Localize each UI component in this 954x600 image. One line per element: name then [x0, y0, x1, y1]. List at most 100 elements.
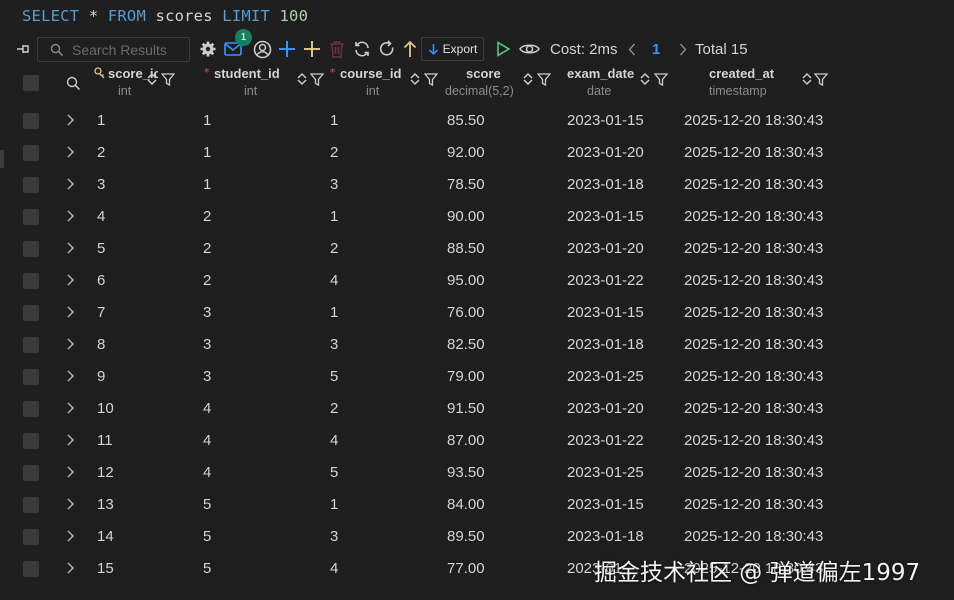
cell-created-at[interactable]: 2025-12-20 18:30:43	[684, 432, 823, 449]
row-checkbox[interactable]	[23, 337, 39, 353]
row-checkbox[interactable]	[23, 497, 39, 513]
cell-created-at[interactable]: 2025-12-20 18:30:43	[684, 112, 823, 129]
table-row[interactable]: 7 3 1 76.00 2023-01-15 2025-12-20 18:30:43	[10, 296, 954, 328]
cell-student-id[interactable]: 3	[203, 336, 211, 353]
filter-icon[interactable]	[161, 73, 175, 86]
cell-score[interactable]: 92.00	[447, 144, 485, 161]
cell-exam-date[interactable]: 2023-01-15	[567, 208, 644, 225]
cell-score-id[interactable]: 15	[97, 560, 114, 577]
cell-exam-date[interactable]: 2023-01-20	[567, 240, 644, 257]
expand-row-chevron-icon[interactable]	[66, 497, 75, 511]
cell-course-id[interactable]: 3	[330, 176, 338, 193]
expand-row-chevron-icon[interactable]	[66, 561, 75, 575]
run-icon[interactable]	[493, 34, 513, 64]
cell-score-id[interactable]: 3	[97, 176, 105, 193]
cell-course-id[interactable]: 4	[330, 560, 338, 577]
row-checkbox[interactable]	[23, 273, 39, 289]
cell-created-at[interactable]: 2025-12-20 18:30:43	[684, 400, 823, 417]
expand-row-chevron-icon[interactable]	[66, 241, 75, 255]
table-row[interactable]: 3 1 3 78.50 2023-01-18 2025-12-20 18:30:43	[10, 168, 954, 200]
cell-course-id[interactable]: 1	[330, 304, 338, 321]
cell-score[interactable]: 88.50	[447, 240, 485, 257]
cell-course-id[interactable]: 5	[330, 368, 338, 385]
cell-created-at[interactable]: 2025-12-20 18:30:43	[684, 336, 823, 353]
cell-student-id[interactable]: 4	[203, 432, 211, 449]
cell-score-id[interactable]: 11	[97, 432, 113, 449]
cell-score[interactable]: 78.50	[447, 176, 485, 193]
page-number[interactable]: 1	[652, 41, 660, 58]
cell-score[interactable]: 77.00	[447, 560, 485, 577]
row-checkbox[interactable]	[23, 529, 39, 545]
cell-course-id[interactable]: 3	[330, 336, 338, 353]
table-row[interactable]: 4 2 1 90.00 2023-01-15 2025-12-20 18:30:43	[10, 200, 954, 232]
search-results-input[interactable]: Search Results	[37, 37, 190, 62]
select-all-checkbox[interactable]	[23, 75, 39, 91]
cell-exam-date[interactable]: 2023-01-22	[567, 272, 644, 289]
column-header-exam-date[interactable]: exam_date date	[565, 64, 685, 104]
cell-created-at[interactable]: 2025-12-20 18:30:43	[684, 496, 823, 513]
cell-score[interactable]: 87.00	[447, 432, 485, 449]
sort-icon[interactable]	[409, 72, 421, 86]
cell-student-id[interactable]: 2	[203, 208, 211, 225]
cell-course-id[interactable]: 1	[330, 496, 338, 513]
cell-score-id[interactable]: 13	[97, 496, 114, 513]
cell-student-id[interactable]: 4	[203, 464, 211, 481]
expand-row-chevron-icon[interactable]	[66, 273, 75, 287]
cell-student-id[interactable]: 5	[203, 528, 211, 545]
cell-score-id[interactable]: 12	[97, 464, 114, 481]
chevron-right-icon[interactable]	[676, 34, 690, 64]
cell-exam-date[interactable]: 2023-01-18	[567, 336, 644, 353]
filter-icon[interactable]	[814, 73, 828, 86]
gear-icon[interactable]	[197, 34, 219, 64]
table-row[interactable]: 6 2 4 95.00 2023-01-22 2025-12-20 18:30:43	[10, 264, 954, 296]
cell-course-id[interactable]: 2	[330, 144, 338, 161]
table-row[interactable]: 11 4 4 87.00 2023-01-22 2025-12-20 18:30:43	[10, 424, 954, 456]
sql-query[interactable]: SELECT * FROM scores LIMIT 100	[22, 7, 308, 25]
row-checkbox[interactable]	[23, 241, 39, 257]
sort-icon[interactable]	[522, 72, 534, 86]
cell-score[interactable]: 85.50	[447, 112, 485, 129]
column-header-course-id[interactable]: * course_id int	[326, 64, 446, 104]
cell-score-id[interactable]: 14	[97, 528, 114, 545]
cell-created-at[interactable]: 2025-12-20 18:30:43	[684, 368, 823, 385]
cell-student-id[interactable]: 5	[203, 560, 211, 577]
cell-score-id[interactable]: 2	[97, 144, 105, 161]
cell-score-id[interactable]: 9	[97, 368, 105, 385]
cell-score-id[interactable]: 10	[97, 400, 114, 417]
cell-score[interactable]: 93.50	[447, 464, 485, 481]
cell-score-id[interactable]: 1	[97, 112, 105, 129]
expand-row-chevron-icon[interactable]	[66, 433, 75, 447]
cell-course-id[interactable]: 2	[330, 400, 338, 417]
cell-student-id[interactable]: 1	[203, 176, 211, 193]
cell-exam-date[interactable]: 2023-01-15	[567, 112, 644, 129]
cell-course-id[interactable]: 4	[330, 272, 338, 289]
cell-score[interactable]: 95.00	[447, 272, 485, 289]
arrow-up-icon[interactable]	[399, 34, 421, 64]
search-icon[interactable]	[66, 76, 81, 95]
refresh-icon[interactable]	[376, 34, 398, 64]
sort-icon[interactable]	[801, 72, 813, 86]
table-row[interactable]: 5 2 2 88.50 2023-01-20 2025-12-20 18:30:43	[10, 232, 954, 264]
column-header-created-at[interactable]: created_at timestamp	[700, 64, 860, 104]
filter-icon[interactable]	[310, 73, 324, 86]
expand-row-chevron-icon[interactable]	[66, 113, 75, 127]
expand-row-chevron-icon[interactable]	[66, 337, 75, 351]
row-checkbox[interactable]	[23, 561, 39, 577]
expand-row-chevron-icon[interactable]	[66, 465, 75, 479]
expand-row-chevron-icon[interactable]	[66, 369, 75, 383]
cell-exam-date[interactable]: 2023-01-22	[567, 432, 644, 449]
row-checkbox[interactable]	[23, 177, 39, 193]
expand-row-chevron-icon[interactable]	[66, 177, 75, 191]
cell-student-id[interactable]: 2	[203, 240, 211, 257]
cell-score[interactable]: 84.00	[447, 496, 485, 513]
filter-icon[interactable]	[654, 73, 668, 86]
row-checkbox[interactable]	[23, 305, 39, 321]
row-checkbox[interactable]	[23, 369, 39, 385]
expand-row-chevron-icon[interactable]	[66, 209, 75, 223]
column-header-score[interactable]: score decimal(5,2)	[442, 64, 562, 104]
cell-course-id[interactable]: 1	[330, 208, 338, 225]
cell-score[interactable]: 90.00	[447, 208, 485, 225]
table-row[interactable]: 2 1 2 92.00 2023-01-20 2025-12-20 18:30:43	[10, 136, 954, 168]
cell-exam-date[interactable]: 2023-01-18	[567, 528, 644, 545]
cell-score[interactable]: 79.00	[447, 368, 485, 385]
